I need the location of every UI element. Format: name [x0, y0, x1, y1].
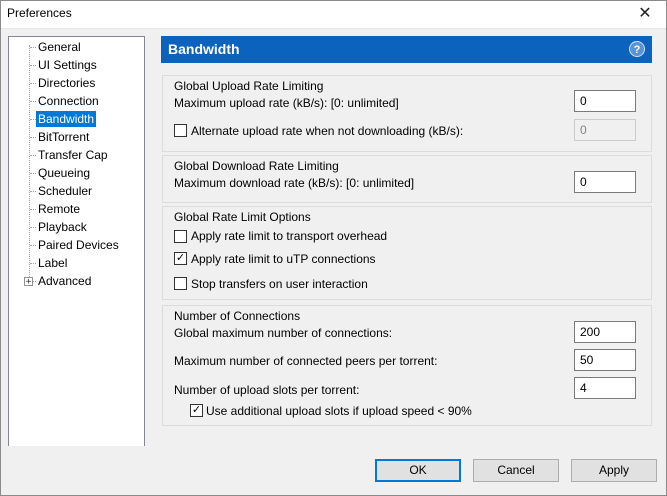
alt-upload-input[interactable]: 0	[574, 119, 636, 141]
tree-item-advanced[interactable]: Advanced	[36, 273, 93, 289]
close-icon[interactable]: ✕	[623, 0, 667, 28]
global-connections-input[interactable]: 200	[574, 321, 636, 343]
connections-group: Number of Connections Global maximum num…	[162, 305, 652, 426]
tree-item-connection[interactable]: Connection	[36, 93, 101, 109]
additional-slots-checkbox[interactable]: ✓	[190, 404, 203, 417]
upload-slots-input[interactable]: 4	[574, 377, 636, 399]
cancel-button[interactable]: Cancel	[473, 459, 559, 482]
tree-item-label[interactable]: Label	[36, 255, 69, 271]
preferences-tree[interactable]: General UI Settings Directories Connection B…	[8, 36, 145, 462]
transport-overhead-label: Apply rate limit to transport overhead	[191, 229, 388, 243]
help-icon[interactable]: ?	[629, 41, 645, 57]
tree-item-ui-settings[interactable]: UI Settings	[36, 57, 99, 73]
options-group-title: Global Rate Limit Options	[174, 210, 311, 224]
tree-item-directories[interactable]: Directories	[36, 75, 97, 91]
additional-slots-label: Use additional upload slots if upload sp…	[206, 404, 472, 418]
utp-checkbox[interactable]: ✓	[174, 252, 187, 265]
tree-item-queueing[interactable]: Queueing	[36, 165, 92, 181]
tree-item-playback[interactable]: Playback	[36, 219, 89, 235]
upload-slots-label: Number of upload slots per torrent:	[174, 383, 360, 397]
utp-label: Apply rate limit to uTP connections	[191, 252, 376, 266]
connections-group-title: Number of Connections	[174, 309, 301, 323]
peers-per-torrent-label: Maximum number of connected peers per to…	[174, 354, 438, 368]
download-group-title: Global Download Rate Limiting	[174, 159, 339, 173]
global-connections-label: Global maximum number of connections:	[174, 326, 393, 340]
upload-group-title: Global Upload Rate Limiting	[174, 79, 324, 93]
alt-upload-label: Alternate upload rate when not downloadi…	[191, 124, 464, 138]
apply-button[interactable]: Apply	[571, 459, 657, 482]
max-upload-label: Maximum upload rate (kB/s): [0: unlimite…	[174, 96, 399, 110]
section-title: Bandwidth	[168, 41, 240, 57]
tree-item-remote[interactable]: Remote	[36, 201, 82, 217]
tree-item-bittorrent[interactable]: BitTorrent	[36, 129, 91, 145]
ok-button[interactable]: OK	[375, 459, 461, 482]
max-upload-input[interactable]: 0	[574, 90, 636, 112]
section-header: Bandwidth ?	[161, 36, 652, 63]
max-download-input[interactable]: 0	[574, 171, 636, 193]
download-rate-group: Global Download Rate Limiting Maximum do…	[162, 155, 652, 203]
stop-transfers-label: Stop transfers on user interaction	[191, 277, 368, 291]
dialog-footer	[0, 446, 667, 496]
tree-item-general[interactable]: General	[36, 39, 83, 55]
max-download-label: Maximum download rate (kB/s): [0: unlimi…	[174, 176, 415, 190]
tree-item-transfer-cap[interactable]: Transfer Cap	[36, 147, 110, 163]
transport-overhead-checkbox[interactable]	[174, 230, 187, 243]
peers-per-torrent-input[interactable]: 50	[574, 349, 636, 371]
window-title: Preferences	[7, 6, 72, 20]
tree-item-paired-devices[interactable]: Paired Devices	[36, 237, 121, 253]
tree-item-bandwidth[interactable]: Bandwidth	[36, 111, 97, 127]
alt-upload-checkbox[interactable]	[174, 124, 187, 137]
stop-transfers-checkbox[interactable]	[174, 277, 187, 290]
rate-limit-options-group: Global Rate Limit Options Apply rate lim…	[162, 206, 652, 300]
upload-rate-group: Global Upload Rate Limiting Maximum uplo…	[162, 75, 652, 152]
expand-icon[interactable]: +	[24, 277, 33, 287]
tree-item-scheduler[interactable]: Scheduler	[36, 183, 94, 199]
title-bar: Preferences ✕	[0, 0, 667, 29]
